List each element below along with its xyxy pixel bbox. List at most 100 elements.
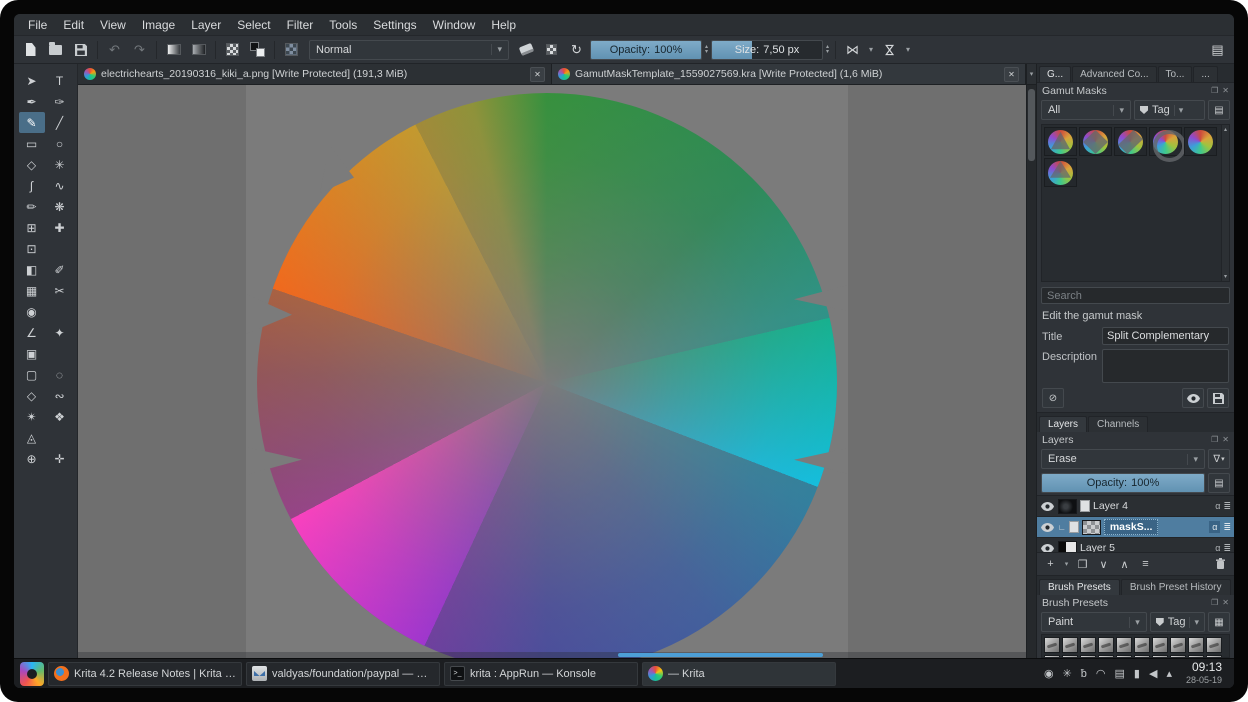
mask-title-input[interactable] — [1102, 327, 1229, 345]
close-tab-icon[interactable]: ✕ — [1004, 66, 1019, 82]
tool-move-icon[interactable]: ✚ — [47, 217, 73, 238]
layer-visibility-icon[interactable] — [1040, 501, 1055, 511]
tab-list-button[interactable]: ▾ — [1027, 64, 1036, 85]
tray-battery-icon[interactable]: ▮ — [1134, 667, 1140, 680]
tool-crop-icon[interactable]: ⊡ — [19, 238, 45, 259]
mirror-horizontal-button[interactable]: ⋈ — [841, 39, 864, 61]
menu-settings[interactable]: Settings — [365, 16, 424, 34]
brush-preset-2[interactable] — [1062, 637, 1078, 653]
docker-tab-more[interactable]: ... — [1193, 66, 1218, 82]
brush-filter-select[interactable]: Paint ▾ — [1041, 612, 1147, 632]
tool-measure-icon[interactable]: ✦ — [47, 322, 73, 343]
tool-reference-images-icon[interactable]: ▣ — [19, 343, 45, 364]
gamut-mask-6[interactable] — [1044, 158, 1077, 187]
tray-wifi-icon[interactable]: ◠ — [1096, 667, 1106, 680]
save-document-button[interactable] — [69, 39, 92, 61]
brush-preset-7[interactable] — [1152, 637, 1168, 653]
brush-preset-9[interactable] — [1188, 637, 1204, 653]
move-layer-up-button[interactable]: ∧ — [1115, 555, 1134, 574]
layer-row[interactable]: ∟ maskS... α ≣ — [1037, 517, 1234, 538]
layer-style-icon[interactable]: ≣ — [1223, 522, 1231, 533]
workspace-chooser-button[interactable]: ▤ — [1206, 39, 1229, 61]
tool-fill-icon[interactable]: ◉ — [19, 301, 45, 322]
canvas-area[interactable] — [78, 85, 1026, 658]
brush-preset-1[interactable] — [1044, 637, 1060, 653]
tray-expand-icon[interactable]: ▴ — [1166, 667, 1172, 680]
mask-description-input[interactable] — [1102, 349, 1229, 383]
menu-image[interactable]: Image — [134, 16, 183, 34]
layer-opacity-slider[interactable]: Opacity: 100% — [1041, 473, 1205, 493]
add-layer-options[interactable]: ▾ — [1062, 555, 1071, 574]
eraser-mode-button[interactable] — [515, 39, 538, 61]
layer-style-icon[interactable]: ≣ — [1223, 501, 1231, 512]
tool-color-sampler-icon[interactable]: ✐ — [47, 259, 73, 280]
brush-preset-10[interactable] — [1206, 637, 1222, 653]
opacity-spin-buttons[interactable]: ▴ ▾ — [705, 44, 708, 55]
horizontal-scrollbar-thumb[interactable] — [618, 653, 823, 657]
menu-layer[interactable]: Layer — [183, 16, 229, 34]
menu-view[interactable]: View — [92, 16, 134, 34]
move-layer-down-button[interactable]: ∨ — [1094, 555, 1113, 574]
canvas-vertical-scrollbar[interactable]: ▾ — [1026, 64, 1036, 658]
mask-list-scrollbar[interactable]: ▴ ▾ — [1221, 125, 1229, 281]
tool-ellipse-icon[interactable]: ○ — [47, 133, 73, 154]
layer-style-icon[interactable]: ≣ — [1223, 543, 1231, 553]
close-docker-icon[interactable]: ✕ — [1222, 86, 1229, 95]
docker-tab-to[interactable]: To... — [1157, 66, 1193, 82]
scroll-down-icon[interactable]: ▾ — [1224, 273, 1227, 280]
task-krita[interactable]: — Krita — [642, 661, 836, 686]
blending-mode-select[interactable]: Normal ▾ — [309, 39, 509, 60]
menu-file[interactable]: File — [20, 16, 55, 34]
gamut-mask-5[interactable] — [1184, 127, 1217, 156]
menu-window[interactable]: Window — [425, 16, 484, 34]
gamut-mask-4[interactable] — [1149, 127, 1186, 162]
tool-edit-shapes-icon[interactable]: ✒ — [19, 91, 45, 112]
reload-preset-button[interactable]: ↻ — [565, 39, 588, 61]
float-docker-icon[interactable]: ❐ — [1211, 86, 1218, 95]
tool-assistants-icon[interactable]: ∠ — [19, 322, 45, 343]
gamut-mask-3[interactable] — [1114, 127, 1147, 156]
mirror-horizontal-options[interactable]: ▾ — [866, 39, 876, 61]
layer-thumbnail[interactable] — [1058, 498, 1077, 514]
brush-view-mode-button[interactable]: ▦ — [1208, 612, 1230, 632]
preserve-alpha-button[interactable] — [540, 39, 563, 61]
app-launcher-button[interactable] — [20, 661, 44, 686]
preview-mask-button[interactable] — [1182, 388, 1204, 408]
view-mode-button[interactable]: ▤ — [1208, 100, 1230, 120]
close-docker-icon[interactable]: ✕ — [1222, 435, 1229, 444]
clock[interactable]: 09:13 28-05-19 — [1186, 661, 1222, 686]
document-tab[interactable]: GamutMaskTemplate_1559027569.kra [Write … — [552, 64, 1026, 84]
document-tab[interactable]: electrichearts_20190316_kiki_a.png [Writ… — [78, 64, 552, 84]
tool-multibrush-icon[interactable]: ❋ — [47, 196, 73, 217]
tool-select-freehand-icon[interactable]: ∾ — [47, 385, 73, 406]
layer-thumbnail[interactable] — [1058, 540, 1077, 552]
alpha-lock-icon[interactable]: α — [1215, 501, 1220, 511]
float-docker-icon[interactable]: ❐ — [1211, 435, 1218, 444]
alpha-lock-icon[interactable]: α — [1215, 543, 1220, 552]
task-kmail[interactable]: valdyas/foundation/paypal — KM... — [246, 661, 440, 686]
save-mask-button[interactable] — [1207, 388, 1229, 408]
tray-bluetooth-icon[interactable]: ƀ — [1081, 668, 1087, 680]
cancel-edit-button[interactable]: ⊘ — [1042, 388, 1064, 408]
float-docker-icon[interactable]: ❐ — [1211, 598, 1218, 607]
task-firefox[interactable]: Krita 4.2 Release Notes | Krita - ... — [48, 661, 242, 686]
add-layer-button[interactable]: + — [1041, 555, 1060, 574]
tab-layers[interactable]: Layers — [1039, 416, 1088, 432]
gradient-chooser-button[interactable] — [162, 39, 185, 61]
tray-calendar-icon[interactable]: ▤ — [1115, 667, 1125, 680]
close-docker-icon[interactable]: ✕ — [1222, 598, 1229, 607]
layer-row[interactable]: Layer 4 α ≣ — [1037, 496, 1234, 517]
tool-rectangle-icon[interactable]: ▭ — [19, 133, 45, 154]
opacity-slider[interactable]: Opacity: 100% — [590, 39, 702, 60]
layer-blend-mode-select[interactable]: Erase ▾ — [1041, 449, 1205, 469]
redo-button[interactable]: ↷ — [128, 39, 151, 61]
tool-select-similar-icon[interactable]: ✴ — [19, 406, 45, 427]
tool-pattern-edit-icon[interactable]: ▦ — [19, 280, 45, 301]
task-konsole[interactable]: >_ krita : AppRun — Konsole — [444, 661, 638, 686]
tool-freehand-path-icon[interactable]: ∿ — [47, 175, 73, 196]
new-document-button[interactable] — [19, 39, 42, 61]
fg-bg-color-button[interactable] — [246, 39, 269, 61]
layer-row[interactable]: Layer 5 α ≣ — [1037, 538, 1234, 553]
pattern-chooser-button[interactable] — [221, 39, 244, 61]
brush-preset-8[interactable] — [1170, 637, 1186, 653]
